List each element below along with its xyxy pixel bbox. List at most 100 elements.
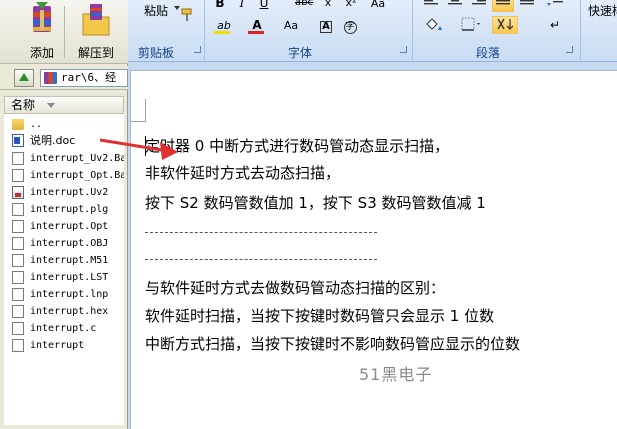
list-item[interactable]: interrupt.Opt [4, 218, 124, 235]
add-button[interactable]: 添加 [16, 0, 68, 64]
toolbar-divider [64, 6, 65, 58]
align-center-button[interactable] [444, 0, 466, 12]
file-name: 说明.doc [30, 134, 76, 147]
file-name: .. [30, 119, 43, 130]
list-item[interactable]: interrupt.LST [4, 269, 124, 286]
list-item[interactable]: interrupt.OBJ [4, 235, 124, 252]
name-column-header[interactable]: 名称 [4, 96, 124, 114]
file-icon [12, 152, 24, 165]
sort-arrow-icon [47, 103, 55, 108]
format-painter-icon[interactable] [180, 8, 194, 22]
paragraph-group-label: 段落 [476, 46, 501, 60]
file-icon [12, 271, 24, 284]
file-name: interrupt.LST [30, 272, 109, 283]
doc-line: 与软件延时方式去做数码管动态扫描的区别： [145, 279, 446, 297]
change-case-button[interactable]: Aa [366, 0, 390, 12]
highlight-button[interactable]: ab [210, 16, 238, 34]
paragraph-mark-icon: ↵ [549, 18, 561, 32]
paragraph-launcher-icon[interactable] [566, 46, 573, 53]
align-right-button[interactable] [468, 0, 490, 12]
word-doc-icon [12, 134, 24, 147]
group-divider [412, 0, 413, 60]
file-name: interrupt.OBJ [30, 238, 109, 249]
list-item[interactable]: interrupt.c [4, 320, 124, 337]
file-icon [12, 339, 24, 352]
margin-mark [145, 99, 146, 121]
font-color-label: A [252, 18, 262, 32]
list-item[interactable]: interrupt.lnp [4, 286, 124, 303]
extract-to-button[interactable]: 解压到 [70, 0, 122, 64]
doc-line: 定时器 0 中断方式进行数码管动态显示扫描， [145, 137, 450, 155]
list-item[interactable]: 说明.doc [4, 132, 124, 149]
path-field[interactable]: rar\6、经 [40, 69, 128, 87]
justify-button[interactable] [492, 0, 514, 12]
address-bar: rar\6、经 [0, 66, 128, 90]
list-item[interactable]: interrupt.M51 [4, 252, 124, 269]
align-left-button[interactable] [420, 0, 442, 12]
list-item[interactable]: interrupt_Opt.Ba [4, 167, 124, 184]
file-icon [12, 305, 24, 318]
folder-icon [12, 119, 24, 130]
quick-styles-button[interactable]: 快速样 [588, 2, 617, 19]
borders-button[interactable] [456, 16, 486, 34]
file-name: interrupt_Uv2.Ba [30, 153, 124, 164]
change-case-icon: Aa [370, 0, 386, 10]
superscript-button[interactable]: x² [340, 0, 362, 12]
file-icon [12, 288, 24, 301]
list-item[interactable]: interrupt_Uv2.Ba [4, 150, 124, 167]
doc-line: 软件延时扫描，当按下按键时数码管只会显示 1 位数 [145, 307, 495, 325]
file-name: interrupt.Uv2 [30, 187, 109, 198]
list-item[interactable]: .. [4, 116, 124, 133]
group-divider [580, 0, 581, 60]
list-item[interactable]: interrupt [4, 337, 124, 354]
file-name: interrupt.plg [30, 204, 109, 215]
sort-icon [497, 18, 514, 30]
extract-folder-icon [82, 4, 110, 36]
subscript-button[interactable]: x [318, 0, 338, 12]
show-marks-button[interactable]: ↵ [542, 16, 568, 34]
document-page[interactable]: 定时器 0 中断方式进行数码管动态显示扫描， 非软件延时方式去动态扫描， 按下 … [130, 70, 617, 429]
italic-button[interactable]: I [232, 0, 252, 12]
extract-to-label: 解压到 [77, 46, 114, 60]
align-left-icon [424, 0, 438, 5]
strikethrough-button[interactable]: abc [292, 0, 316, 12]
paste-button[interactable]: 粘贴 [144, 2, 168, 19]
line-spacing-icon [547, 1, 563, 6]
font-color-swatch [248, 31, 264, 34]
dashed-separator [145, 259, 377, 260]
font-color-button[interactable]: A [244, 16, 270, 34]
justify-icon [496, 0, 510, 5]
char-border-button[interactable]: A [316, 16, 336, 34]
underline-button[interactable]: U [254, 0, 274, 12]
enclose-char-button[interactable]: 字 [340, 16, 360, 34]
shading-button[interactable] [420, 16, 450, 34]
file-name: interrupt.lnp [30, 289, 109, 300]
list-item[interactable]: interrupt.plg [4, 201, 124, 218]
distribute-button[interactable] [516, 0, 538, 12]
up-arrow-icon [19, 73, 29, 81]
file-icon [12, 169, 24, 182]
paint-bucket-icon [426, 18, 442, 30]
line-spacing-button[interactable] [542, 0, 568, 12]
up-folder-button[interactable] [14, 69, 34, 87]
file-name: interrupt [30, 340, 85, 351]
clipboard-group-label: 剪贴板 [138, 46, 175, 60]
char-border-icon: A [320, 21, 332, 33]
bold-button[interactable]: B [210, 0, 230, 12]
list-item[interactable]: interrupt.hex [4, 303, 124, 320]
file-name: interrupt.M51 [30, 255, 109, 266]
ribbon: 粘贴 剪贴板 B I U abc x x² Aa ab A Aa A 字 字体 … [128, 0, 617, 62]
file-icon [12, 220, 24, 233]
file-list: .. 说明.doc interrupt_Uv2.Ba interrupt_Opt… [4, 114, 124, 425]
doc-line: 按下 S2 数码管数值加 1，按下 S3 数码管数值减 1 [145, 194, 486, 212]
borders-icon [461, 17, 480, 31]
grow-font-button[interactable]: Aa [276, 16, 306, 34]
align-right-icon [472, 0, 486, 5]
sort-button[interactable] [492, 16, 518, 34]
font-group-label: 字体 [288, 46, 313, 60]
file-name: interrupt.Opt [30, 221, 109, 232]
list-item[interactable]: interrupt.Uv2 [4, 184, 124, 201]
clipboard-launcher-icon[interactable] [194, 46, 201, 53]
font-launcher-icon[interactable] [400, 46, 407, 53]
watermark-text: 51黑电子 [359, 365, 433, 384]
